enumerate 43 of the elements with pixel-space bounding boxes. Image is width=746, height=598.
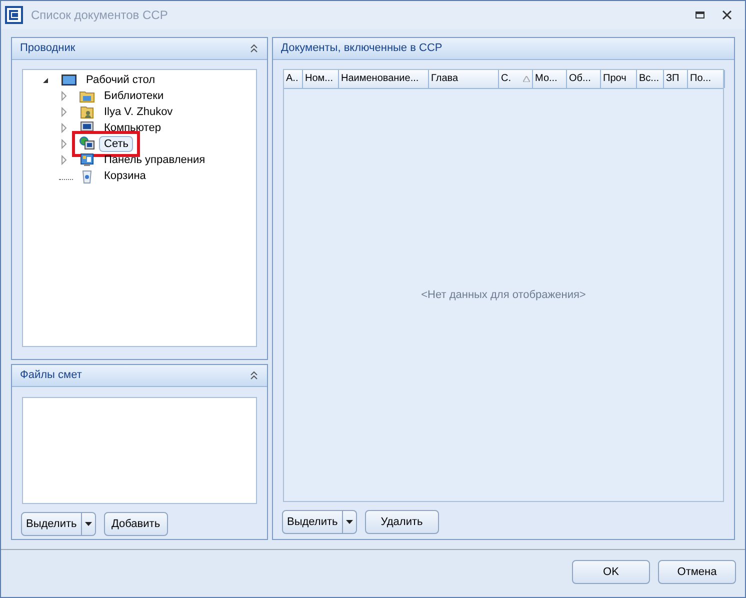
select-button[interactable]: Выделить — [21, 512, 82, 536]
user-folder-icon — [79, 104, 95, 120]
control-panel-icon — [79, 152, 95, 168]
column-header[interactable]: Проч — [601, 70, 637, 88]
column-header[interactable]: Ном... — [303, 70, 339, 88]
desktop-icon — [61, 72, 77, 88]
tree-item[interactable]: Рабочий стол — [81, 72, 160, 88]
delete-button[interactable]: Удалить — [364, 510, 439, 534]
sort-arrow-icon — [523, 76, 530, 82]
select-button[interactable]: Выделить — [282, 510, 343, 534]
tree-item[interactable]: Корзина — [99, 168, 151, 184]
column-header[interactable]: По... — [688, 70, 725, 88]
column-header[interactable]: С. — [499, 70, 533, 88]
network-icon — [79, 136, 95, 152]
close-icon[interactable] — [721, 9, 733, 21]
cancel-button[interactable]: Отмена — [658, 560, 736, 584]
tree-item[interactable]: Библиотеки — [99, 88, 169, 104]
column-header[interactable]: Глава — [429, 70, 499, 88]
column-header[interactable]: Наименование... — [339, 70, 429, 88]
empty-message: <Нет данных для отображения> — [421, 288, 586, 303]
column-header[interactable]: А.. — [284, 70, 303, 88]
dropdown-button[interactable] — [342, 510, 357, 534]
collapse-icon[interactable] — [249, 371, 259, 380]
add-button[interactable]: Добавить — [104, 512, 168, 536]
window-title: Список документов ССР — [31, 7, 169, 24]
column-header[interactable]: Мо... — [533, 70, 567, 88]
caret-icon — [346, 520, 353, 524]
column-header[interactable]: ЗП — [664, 70, 688, 88]
panel-title: Файлы смет — [20, 368, 82, 384]
column-header[interactable]: Об... — [567, 70, 601, 88]
tree-item[interactable]: Панель управления — [99, 152, 210, 168]
maximize-icon[interactable] — [695, 10, 705, 20]
caret-icon — [84, 522, 92, 526]
tree-item[interactable]: Сеть — [99, 136, 134, 152]
column-header[interactable]: Вс... — [637, 70, 664, 88]
tree-item[interactable]: Ilya V. Zhukov — [99, 104, 178, 120]
collapse-icon[interactable] — [249, 44, 259, 53]
tree-item[interactable]: Компьютер — [99, 120, 166, 136]
app-logo-icon — [5, 6, 23, 24]
panel-title: Проводник — [20, 41, 76, 56]
dropdown-button[interactable] — [82, 512, 96, 536]
panel-title: Документы, включенные в ССР — [281, 41, 442, 56]
ok-button[interactable]: OK — [572, 560, 650, 584]
